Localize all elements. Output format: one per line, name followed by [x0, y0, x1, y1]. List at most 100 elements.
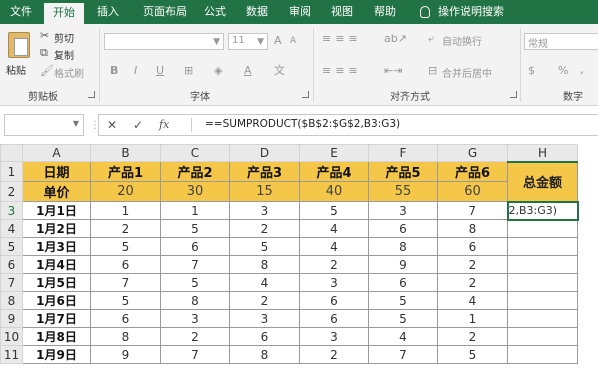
- value-cell[interactable]: 4: [299, 237, 369, 256]
- column-header-c[interactable]: C: [160, 144, 230, 162]
- value-cell[interactable]: 5: [90, 237, 161, 256]
- value-cell[interactable]: 3: [229, 309, 300, 328]
- column-header-d[interactable]: D: [229, 144, 300, 162]
- phonetic-icon[interactable]: 文: [274, 64, 285, 78]
- header-cell[interactable]: 产品1: [90, 161, 161, 182]
- date-cell[interactable]: 1月4日: [22, 255, 91, 274]
- value-cell[interactable]: 4: [368, 327, 438, 346]
- value-cell[interactable]: 2: [229, 219, 300, 238]
- formula-input[interactable]: ==SUMPRODUCT($B$2:$G$2,B3:G3): [205, 118, 400, 130]
- value-cell[interactable]: 5: [160, 273, 230, 292]
- price-cell[interactable]: 55: [368, 181, 438, 202]
- header-cell[interactable]: 产品3: [229, 161, 300, 182]
- tab-file[interactable]: 文件: [2, 0, 40, 24]
- value-cell[interactable]: 5: [160, 219, 230, 238]
- font-name-select[interactable]: ▼: [104, 33, 224, 50]
- date-cell[interactable]: 1月7日: [22, 309, 91, 328]
- row-header[interactable]: 5: [0, 237, 23, 256]
- value-cell[interactable]: 3: [160, 309, 230, 328]
- date-cell[interactable]: 1月9日: [22, 345, 91, 364]
- tab-formulas[interactable]: 公式: [200, 0, 230, 24]
- tab-data[interactable]: 数据: [240, 0, 274, 24]
- value-cell[interactable]: 3: [299, 327, 369, 346]
- font-size-select[interactable]: 11 ▼: [228, 33, 268, 50]
- value-cell[interactable]: 1: [437, 309, 508, 328]
- value-cell[interactable]: 2: [229, 291, 300, 310]
- date-cell[interactable]: 1月2日: [22, 219, 91, 238]
- value-cell[interactable]: 4: [437, 291, 508, 310]
- value-cell[interactable]: 3: [368, 201, 438, 220]
- row-header[interactable]: 1: [0, 161, 23, 182]
- wrap-text-button[interactable]: 自动换行: [442, 33, 482, 48]
- date-cell[interactable]: 1月5日: [22, 273, 91, 292]
- currency-icon[interactable]: $: [528, 64, 535, 78]
- value-cell[interactable]: 7: [90, 273, 161, 292]
- align-top-icon[interactable]: ≡≡≡: [322, 32, 362, 46]
- tab-review[interactable]: 审阅: [284, 0, 316, 24]
- total-header-cell[interactable]: 总金额: [507, 161, 578, 202]
- value-cell[interactable]: 6: [229, 327, 300, 346]
- value-cell[interactable]: 5: [299, 201, 369, 220]
- comma-button[interactable]: ,: [580, 62, 584, 76]
- column-header-f[interactable]: F: [368, 144, 438, 162]
- insert-function-button[interactable]: fx: [159, 118, 169, 131]
- column-header-g[interactable]: G: [437, 144, 508, 162]
- row-header[interactable]: 2: [0, 181, 23, 202]
- tab-insert[interactable]: 插入: [90, 0, 126, 24]
- row-header[interactable]: 10: [0, 327, 23, 346]
- shrink-font-button[interactable]: A: [290, 36, 296, 46]
- date-cell[interactable]: 1月8日: [22, 327, 91, 346]
- tab-home[interactable]: 开始: [44, 3, 84, 24]
- row-header[interactable]: 8: [0, 291, 23, 310]
- total-cell[interactable]: [507, 237, 578, 256]
- alignment-launcher-icon[interactable]: [510, 91, 517, 98]
- row-header[interactable]: 4: [0, 219, 23, 238]
- row-header[interactable]: 3: [0, 201, 23, 220]
- value-cell[interactable]: 5: [368, 291, 438, 310]
- value-cell[interactable]: 9: [90, 345, 161, 364]
- value-cell[interactable]: 8: [437, 219, 508, 238]
- cancel-icon[interactable]: ✕: [107, 118, 117, 132]
- value-cell[interactable]: 8: [90, 327, 161, 346]
- header-cell[interactable]: 产品5: [368, 161, 438, 182]
- row-header[interactable]: 11: [0, 345, 23, 364]
- italic-button[interactable]: I: [134, 64, 137, 77]
- value-cell[interactable]: 6: [299, 309, 369, 328]
- font-color-icon[interactable]: A: [244, 64, 252, 78]
- value-cell[interactable]: 3: [299, 273, 369, 292]
- value-cell[interactable]: 7: [160, 255, 230, 274]
- value-cell[interactable]: 6: [368, 273, 438, 292]
- value-cell[interactable]: 8: [229, 345, 300, 364]
- value-cell[interactable]: 5: [90, 291, 161, 310]
- active-cell-h3[interactable]: 2,B3:G3): [506, 200, 579, 221]
- align-center-icon[interactable]: ≡≡≡: [322, 64, 362, 78]
- total-cell[interactable]: [507, 273, 578, 292]
- value-cell[interactable]: 8: [229, 255, 300, 274]
- bold-button[interactable]: B: [110, 64, 118, 77]
- price-cell[interactable]: 40: [299, 181, 369, 202]
- value-cell[interactable]: 5: [368, 309, 438, 328]
- orientation-icon[interactable]: ab↗: [384, 32, 407, 46]
- value-cell[interactable]: 6: [160, 237, 230, 256]
- header-cell[interactable]: 产品6: [437, 161, 508, 182]
- value-cell[interactable]: 8: [368, 237, 438, 256]
- value-cell[interactable]: 6: [299, 291, 369, 310]
- header-cell[interactable]: 产品4: [299, 161, 369, 182]
- value-cell[interactable]: 7: [368, 345, 438, 364]
- value-cell[interactable]: 4: [229, 273, 300, 292]
- row-header[interactable]: 6: [0, 255, 23, 274]
- total-cell[interactable]: [507, 255, 578, 274]
- column-header-e[interactable]: E: [299, 144, 369, 162]
- grow-font-button[interactable]: A: [274, 34, 282, 47]
- column-header-h[interactable]: H: [507, 144, 578, 163]
- value-cell[interactable]: 4: [299, 219, 369, 238]
- select-all-corner[interactable]: [0, 144, 23, 162]
- total-cell[interactable]: [507, 309, 578, 328]
- date-cell[interactable]: 1月1日: [22, 201, 91, 220]
- total-cell[interactable]: [507, 345, 578, 364]
- price-cell[interactable]: 20: [90, 181, 161, 202]
- date-cell[interactable]: 1月6日: [22, 291, 91, 310]
- row-header[interactable]: 7: [0, 273, 23, 292]
- tab-page-layout[interactable]: 页面布局: [134, 0, 196, 24]
- value-cell[interactable]: 7: [437, 201, 508, 220]
